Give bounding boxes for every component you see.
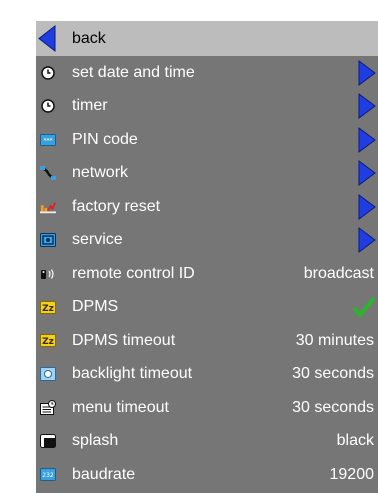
menu-item-timer[interactable]: timer [36,90,378,124]
svg-text:232: 232 [42,472,54,479]
dpms-icon: Zz [40,299,56,315]
menu-item-label: timer [72,97,108,115]
pin-icon: *** [40,132,56,148]
network-icon [40,165,56,181]
svg-text:***: *** [44,137,53,144]
splash-icon [40,433,56,449]
back-row[interactable]: back [36,21,378,56]
menu-item-value: 30 seconds [292,365,374,383]
menu-item-dpms[interactable]: Zz DPMS [36,291,378,325]
back-label: back [72,29,106,47]
menu-item-value: 30 seconds [292,398,374,416]
menu-item-service[interactable]: service [36,224,378,258]
menu-item-set-date-and-time[interactable]: set date and time [36,56,378,90]
submenu-arrow-icon [358,193,376,220]
menu-item-network[interactable]: network [36,157,378,191]
menu-item-label: baudrate [72,465,136,483]
baudrate-icon: 232 [40,467,56,483]
back-arrow-icon [38,25,56,52]
timer-icon [40,98,56,114]
menu-item-label: DPMS timeout [72,331,176,349]
menu-item-label: DPMS [72,298,119,316]
factory-reset-icon [40,199,56,215]
service-icon [40,232,56,248]
menu-item-label: network [72,164,129,182]
menu-item-pin-code[interactable]: *** PIN code [36,123,378,157]
menu-item-value: broadcast [303,264,374,282]
checkmark-icon [352,296,376,318]
remote-control-icon [40,266,56,282]
svg-text:Zz: Zz [42,304,54,314]
menu-item-splash[interactable]: splash black [36,425,378,459]
menu-item-menu-timeout[interactable]: menu timeout 30 seconds [36,391,378,425]
menu-item-backlight-timeout[interactable]: backlight timeout 30 seconds [36,358,378,392]
menu-item-label: service [72,231,123,249]
menu-item-dpms-timeout[interactable]: Zz DPMS timeout 30 minutes [36,324,378,358]
clock-icon [40,65,56,81]
menu-timeout-icon [40,400,56,416]
menu-item-remote-control-id[interactable]: remote control ID broadcast [36,257,378,291]
svg-text:Zz: Zz [42,337,54,347]
submenu-arrow-icon [358,227,376,254]
menu-item-label: backlight timeout [72,365,193,383]
dpms-timeout-icon: Zz [40,333,56,349]
submenu-arrow-icon [358,126,376,153]
backlight-icon [40,366,56,382]
menu-item-label: menu timeout [72,398,169,416]
submenu-arrow-icon [358,160,376,187]
menu-item-label: remote control ID [72,264,195,282]
menu-item-label: set date and time [72,63,195,81]
menu-item-value: 30 minutes [295,331,374,349]
menu-item-label: splash [72,432,119,450]
menu-item-label: factory reset [72,197,161,215]
settings-menu: back set date and time timer *** PIN cod… [36,21,378,493]
menu-item-value: black [336,432,374,450]
submenu-arrow-icon [358,93,376,120]
menu-item-factory-reset[interactable]: factory reset [36,190,378,224]
submenu-arrow-icon [358,59,376,86]
menu-item-baudrate[interactable]: 232 baudrate 19200 [36,458,378,492]
menu-item-label: PIN code [72,130,138,148]
menu-item-value: 19200 [329,465,375,483]
